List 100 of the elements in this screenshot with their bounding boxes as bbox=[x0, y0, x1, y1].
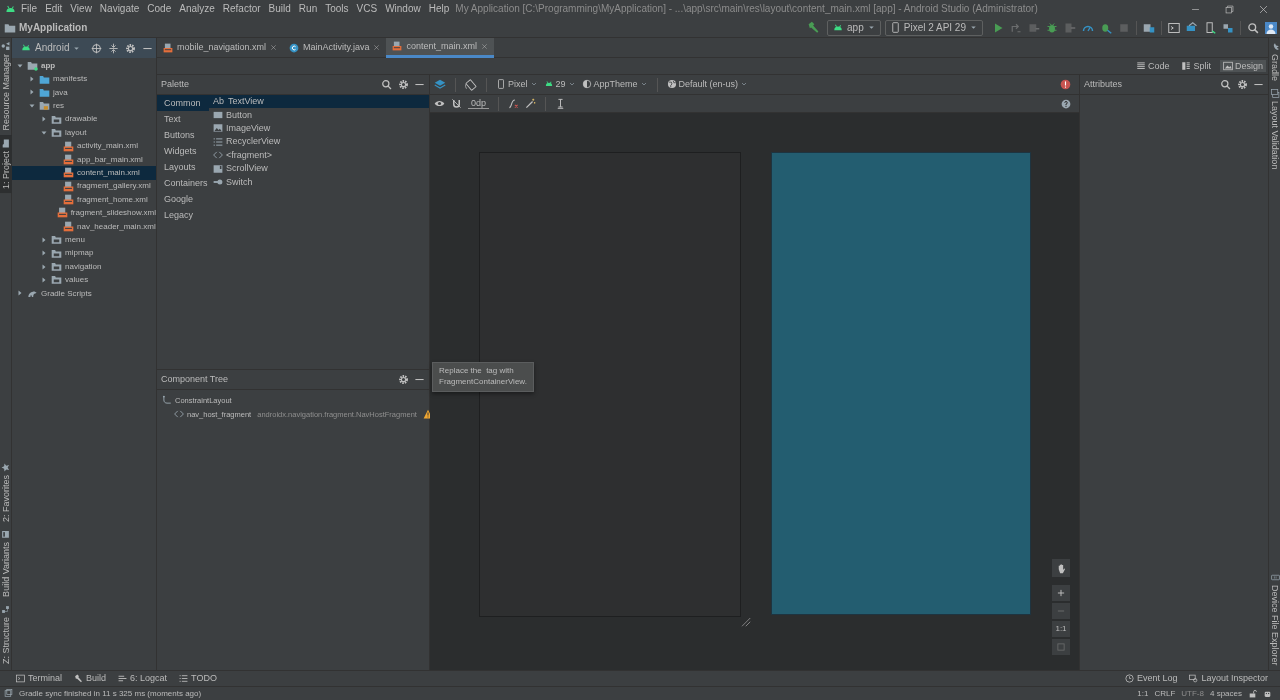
palette-item[interactable]: Switch bbox=[209, 175, 429, 189]
tool-window-tab[interactable]: 1: Project bbox=[0, 134, 12, 193]
palette-item[interactable]: ImageView bbox=[209, 121, 429, 136]
palette-item[interactable]: RecyclerView bbox=[209, 135, 429, 149]
menubar-entry[interactable]: Help bbox=[424, 3, 454, 15]
robot-icon[interactable] bbox=[1263, 689, 1272, 698]
palette-category[interactable]: Containers bbox=[157, 175, 209, 191]
tree-item[interactable]: fragment_home.xml bbox=[12, 192, 156, 207]
tool-window-tab[interactable]: Device File Explorer bbox=[1269, 569, 1280, 670]
view-mode-button[interactable]: Split bbox=[1178, 59, 1214, 73]
api-level-dropdown[interactable]: 29 bbox=[543, 79, 576, 90]
cube-icon[interactable] bbox=[1222, 21, 1234, 34]
menubar-entry[interactable]: Build bbox=[264, 3, 295, 15]
tree-item[interactable]: fragment_slideshow.xml bbox=[12, 206, 156, 220]
tree-item[interactable]: nav_header_main.xml bbox=[12, 219, 156, 234]
search-icon[interactable] bbox=[1247, 21, 1259, 34]
tree-item[interactable]: java bbox=[12, 85, 156, 100]
locale-dropdown[interactable]: Default (en-us) bbox=[666, 79, 749, 90]
run-configuration-dropdown[interactable]: app bbox=[827, 19, 881, 36]
hammer-icon[interactable] bbox=[807, 21, 821, 34]
palette-category[interactable]: Google bbox=[157, 191, 209, 207]
apply-changes-icon[interactable] bbox=[1010, 21, 1022, 34]
menubar-entry[interactable]: Navigate bbox=[95, 3, 144, 15]
tree-item[interactable]: drawable bbox=[12, 112, 156, 126]
view-mode-button[interactable]: Design bbox=[1220, 59, 1266, 73]
close-icon[interactable] bbox=[373, 44, 381, 51]
run-icon[interactable] bbox=[992, 21, 1004, 34]
tool-window-tab[interactable]: Layout Validation bbox=[1269, 85, 1280, 174]
orientation-icon[interactable] bbox=[465, 78, 477, 91]
tool-window-tab[interactable]: Resource Manager bbox=[0, 38, 12, 135]
collapse-icon[interactable] bbox=[108, 42, 120, 54]
breadcrumb[interactable]: MyApplication bbox=[19, 21, 88, 34]
attach-debugger-icon[interactable] bbox=[1100, 21, 1112, 34]
palette-item[interactable]: <fragment> bbox=[209, 148, 429, 162]
search-icon[interactable] bbox=[381, 79, 392, 90]
device-dropdown[interactable]: Pixel 2 API 29 bbox=[884, 19, 983, 36]
tool-window-tab[interactable]: 2: Favorites bbox=[0, 459, 12, 527]
tool-window-button[interactable]: Event Log bbox=[1124, 673, 1178, 684]
tree-item[interactable]: Gradle Scripts bbox=[12, 286, 156, 301]
magic-wand-icon[interactable] bbox=[525, 98, 537, 109]
menubar-entry[interactable]: Analyze bbox=[175, 3, 219, 15]
palette-category[interactable]: Text bbox=[157, 111, 209, 127]
tool-window-tab[interactable]: Z: Structure bbox=[0, 601, 12, 668]
tree-item[interactable]: res bbox=[12, 99, 156, 113]
clear-constraints-icon[interactable] bbox=[508, 98, 520, 109]
tree-item[interactable]: values bbox=[12, 273, 156, 287]
tree-item[interactable]: mipmap bbox=[12, 246, 156, 260]
collapsed-arrow-icon[interactable] bbox=[40, 115, 48, 124]
avatar-icon[interactable] bbox=[1265, 21, 1277, 34]
debug-icon[interactable] bbox=[1046, 21, 1058, 34]
tree-item[interactable]: navigation bbox=[12, 259, 156, 274]
window-icon[interactable] bbox=[4, 689, 13, 698]
close-icon[interactable] bbox=[1257, 3, 1269, 15]
tool-window-tab[interactable]: Build Variants bbox=[0, 526, 12, 601]
menubar-entry[interactable]: Run bbox=[294, 3, 322, 15]
palette-category[interactable]: Layouts bbox=[157, 159, 209, 175]
encoding[interactable]: UTF-8 bbox=[1181, 688, 1204, 699]
window-icon[interactable] bbox=[1168, 21, 1180, 34]
palette-item[interactable]: Ab TextView bbox=[209, 95, 429, 109]
close-icon[interactable] bbox=[270, 44, 278, 51]
eye-icon[interactable] bbox=[434, 98, 445, 109]
zoom-in-button[interactable] bbox=[1052, 585, 1070, 601]
pan-button[interactable] bbox=[1052, 559, 1070, 577]
tool-window-button[interactable]: Terminal bbox=[16, 673, 62, 684]
palette-category[interactable]: Legacy bbox=[157, 207, 209, 223]
menubar-entry[interactable]: Code bbox=[143, 3, 176, 15]
view-mode-button[interactable]: Code bbox=[1132, 59, 1173, 73]
tool-window-button[interactable]: 6: Logcat bbox=[118, 673, 168, 684]
menubar-entry[interactable]: Tools bbox=[321, 3, 353, 15]
project-structure-icon[interactable] bbox=[1143, 21, 1155, 34]
menubar-entry[interactable]: File bbox=[17, 3, 42, 15]
tree-item[interactable]: menu bbox=[12, 233, 156, 247]
tool-window-tab[interactable]: Gradle bbox=[1269, 38, 1280, 85]
settings-icon[interactable] bbox=[397, 79, 409, 90]
menubar-entry[interactable]: Window bbox=[381, 3, 425, 15]
design-surface-icon[interactable] bbox=[434, 78, 446, 91]
zoom-actual-size-button[interactable]: 1:1 bbox=[1052, 621, 1070, 637]
close-icon[interactable] bbox=[480, 42, 488, 50]
editor-tab[interactable]: MainActivity.java bbox=[283, 37, 387, 58]
tree-item[interactable]: app_bar_main.xml bbox=[12, 152, 156, 167]
line-separator[interactable]: CRLF bbox=[1154, 688, 1176, 699]
tool-window-button[interactable]: Build bbox=[74, 673, 107, 684]
menubar-entry[interactable]: View bbox=[66, 3, 96, 15]
lock-icon[interactable] bbox=[1248, 689, 1257, 698]
tree-item[interactable]: content_main.xml bbox=[12, 166, 156, 180]
palette-category[interactable]: Buttons bbox=[157, 127, 209, 143]
autoconnect-off-icon[interactable] bbox=[451, 98, 462, 109]
tool-window-button[interactable]: Layout Inspector bbox=[1189, 673, 1268, 684]
device-dropdown[interactable]: Pixel bbox=[496, 79, 538, 90]
indent-setting[interactable]: 4 spaces bbox=[1209, 688, 1242, 699]
tree-item[interactable]: activity_main.xml bbox=[12, 139, 156, 153]
search-icon[interactable] bbox=[1220, 79, 1231, 90]
settings-icon[interactable] bbox=[125, 42, 137, 54]
error-icon[interactable] bbox=[1060, 79, 1071, 90]
tree-item[interactable]: app bbox=[12, 59, 156, 73]
menubar-entry[interactable]: Refactor bbox=[218, 3, 265, 15]
tree-item[interactable]: manifests bbox=[12, 72, 156, 86]
menubar-entry[interactable]: VCS bbox=[352, 3, 382, 15]
palette-category[interactable]: Common bbox=[157, 95, 209, 111]
editor-tab[interactable]: content_main.xml bbox=[386, 37, 494, 58]
